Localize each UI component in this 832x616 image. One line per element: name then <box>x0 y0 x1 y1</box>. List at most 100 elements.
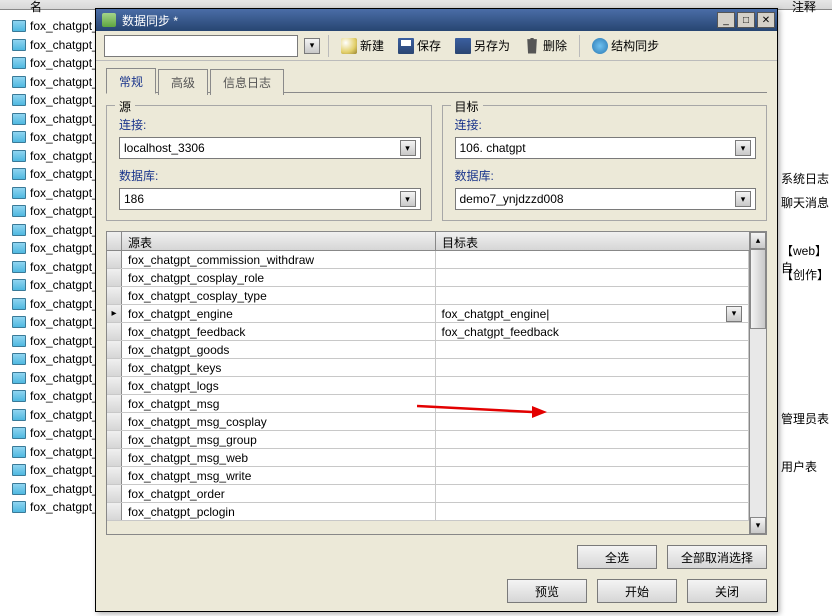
vertical-scrollbar[interactable]: ▴ ▾ <box>749 232 766 534</box>
scroll-up-button[interactable]: ▴ <box>750 232 766 249</box>
source-table-cell[interactable]: fox_chatgpt_commission_withdraw <box>122 251 436 268</box>
close-window-button[interactable]: ✕ <box>757 12 775 28</box>
source-conn-select[interactable]: localhost_3306▾ <box>119 137 421 159</box>
target-table-cell[interactable] <box>436 287 750 304</box>
source-table-cell[interactable]: fox_chatgpt_keys <box>122 359 436 376</box>
target-table-cell[interactable] <box>436 503 750 520</box>
source-table-cell[interactable]: fox_chatgpt_msg_write <box>122 467 436 484</box>
save-icon <box>398 38 414 54</box>
table-icon <box>12 168 26 180</box>
target-table-cell[interactable] <box>436 377 750 394</box>
table-icon <box>12 427 26 439</box>
target-table-cell[interactable] <box>436 449 750 466</box>
new-icon <box>341 38 357 54</box>
target-table-cell[interactable] <box>436 413 750 430</box>
source-db-select[interactable]: 186▾ <box>119 188 421 210</box>
source-column-header[interactable]: 源表 <box>122 232 436 250</box>
preview-button[interactable]: 预览 <box>507 579 587 603</box>
target-table-cell[interactable] <box>436 269 750 286</box>
table-row[interactable]: fox_chatgpt_msg <box>107 395 749 413</box>
table-row[interactable]: fox_chatgpt_goods <box>107 341 749 359</box>
target-table-cell[interactable] <box>436 359 750 376</box>
source-table-cell[interactable]: fox_chatgpt_order <box>122 485 436 502</box>
chevron-down-icon: ▾ <box>735 191 751 207</box>
saveas-button[interactable]: 另存为 <box>451 35 514 56</box>
target-table-cell[interactable] <box>436 395 750 412</box>
target-table-cell[interactable] <box>436 251 750 268</box>
struct-icon <box>592 38 608 54</box>
table-row[interactable]: fox_chatgpt_pclogin <box>107 503 749 521</box>
tab-general[interactable]: 常规 <box>106 68 156 94</box>
table-icon <box>12 76 26 88</box>
source-table-cell[interactable]: fox_chatgpt_pclogin <box>122 503 436 520</box>
start-button[interactable]: 开始 <box>597 579 677 603</box>
source-table-cell[interactable]: fox_chatgpt_msg_group <box>122 431 436 448</box>
struct-sync-button[interactable]: 结构同步 <box>588 35 663 56</box>
source-table-cell[interactable]: fox_chatgpt_cosplay_type <box>122 287 436 304</box>
deselect-all-button[interactable]: 全部取消选择 <box>667 545 767 569</box>
app-icon <box>102 13 116 27</box>
table-row[interactable]: fox_chatgpt_msg_cosplay <box>107 413 749 431</box>
table-row[interactable]: fox_chatgpt_msg_write <box>107 467 749 485</box>
table-row[interactable]: fox_chatgpt_cosplay_role <box>107 269 749 287</box>
table-icon <box>12 279 26 291</box>
table-icon <box>12 390 26 402</box>
table-icon <box>12 113 26 125</box>
table-row[interactable]: fox_chatgpt_keys <box>107 359 749 377</box>
table-row[interactable]: fox_chatgpt_msg_group <box>107 431 749 449</box>
close-button[interactable]: 关闭 <box>687 579 767 603</box>
new-button[interactable]: 新建 <box>337 35 388 56</box>
target-db-select[interactable]: demo7_ynjdzzd008▾ <box>455 188 757 210</box>
maximize-button[interactable]: □ <box>737 12 755 28</box>
target-column-header[interactable]: 目标表 <box>436 232 749 250</box>
table-row[interactable]: fox_chatgpt_logs <box>107 377 749 395</box>
source-table-cell[interactable]: fox_chatgpt_cosplay_role <box>122 269 436 286</box>
target-table-cell[interactable] <box>436 341 750 358</box>
table-row[interactable]: fox_chatgpt_msg_web <box>107 449 749 467</box>
target-table-cell[interactable] <box>436 431 750 448</box>
profile-combo-dropdown[interactable]: ▾ <box>304 38 320 54</box>
toolbar: ▾ 新建 保存 另存为 删除 结构同步 <box>96 31 777 61</box>
table-icon <box>12 57 26 69</box>
table-row[interactable]: fox_chatgpt_cosplay_type <box>107 287 749 305</box>
table-row[interactable]: fox_chatgpt_feedbackfox_chatgpt_feedback <box>107 323 749 341</box>
table-icon <box>12 335 26 347</box>
source-table-cell[interactable]: fox_chatgpt_logs <box>122 377 436 394</box>
table-row[interactable]: ▸fox_chatgpt_enginefox_chatgpt_engine|▾ <box>107 305 749 323</box>
chevron-down-icon: ▾ <box>735 140 751 156</box>
source-table-cell[interactable]: fox_chatgpt_goods <box>122 341 436 358</box>
table-icon <box>12 94 26 106</box>
target-table-cell[interactable]: fox_chatgpt_engine|▾ <box>436 305 750 322</box>
source-table-cell[interactable]: fox_chatgpt_engine <box>122 305 436 322</box>
titlebar[interactable]: 数据同步 * _ □ ✕ <box>96 9 777 31</box>
row-gutter <box>107 377 122 394</box>
source-table-cell[interactable]: fox_chatgpt_msg_web <box>122 449 436 466</box>
source-table-cell[interactable]: fox_chatgpt_feedback <box>122 323 436 340</box>
source-table-cell[interactable]: fox_chatgpt_msg_cosplay <box>122 413 436 430</box>
chevron-down-icon: ▾ <box>400 191 416 207</box>
table-row[interactable]: fox_chatgpt_commission_withdraw <box>107 251 749 269</box>
source-table-cell[interactable]: fox_chatgpt_msg <box>122 395 436 412</box>
remark-text: 聊天消息 <box>781 194 831 212</box>
target-conn-select[interactable]: 106. chatgpt▾ <box>455 137 757 159</box>
save-button[interactable]: 保存 <box>394 35 445 56</box>
action-buttons: 预览 开始 关闭 <box>106 579 767 603</box>
remark-text <box>781 218 831 236</box>
tab-log[interactable]: 信息日志 <box>210 69 284 95</box>
row-gutter <box>107 503 122 520</box>
target-table-cell[interactable] <box>436 485 750 502</box>
scroll-down-button[interactable]: ▾ <box>750 517 766 534</box>
profile-combo[interactable] <box>104 35 298 57</box>
target-table-cell[interactable] <box>436 467 750 484</box>
tab-advanced[interactable]: 高级 <box>158 69 208 95</box>
scroll-thumb[interactable] <box>750 249 766 329</box>
remark-text: 用户表 <box>781 458 831 476</box>
target-table-cell[interactable]: fox_chatgpt_feedback <box>436 323 750 340</box>
background-remark-column: 系统日志聊天消息【web】自【创作】管理员表用户表 <box>781 170 831 476</box>
delete-button[interactable]: 删除 <box>520 35 571 56</box>
select-all-button[interactable]: 全选 <box>577 545 657 569</box>
remark-text: 【web】自 <box>781 242 831 260</box>
table-row[interactable]: fox_chatgpt_order <box>107 485 749 503</box>
minimize-button[interactable]: _ <box>717 12 735 28</box>
chevron-down-icon[interactable]: ▾ <box>726 306 742 322</box>
